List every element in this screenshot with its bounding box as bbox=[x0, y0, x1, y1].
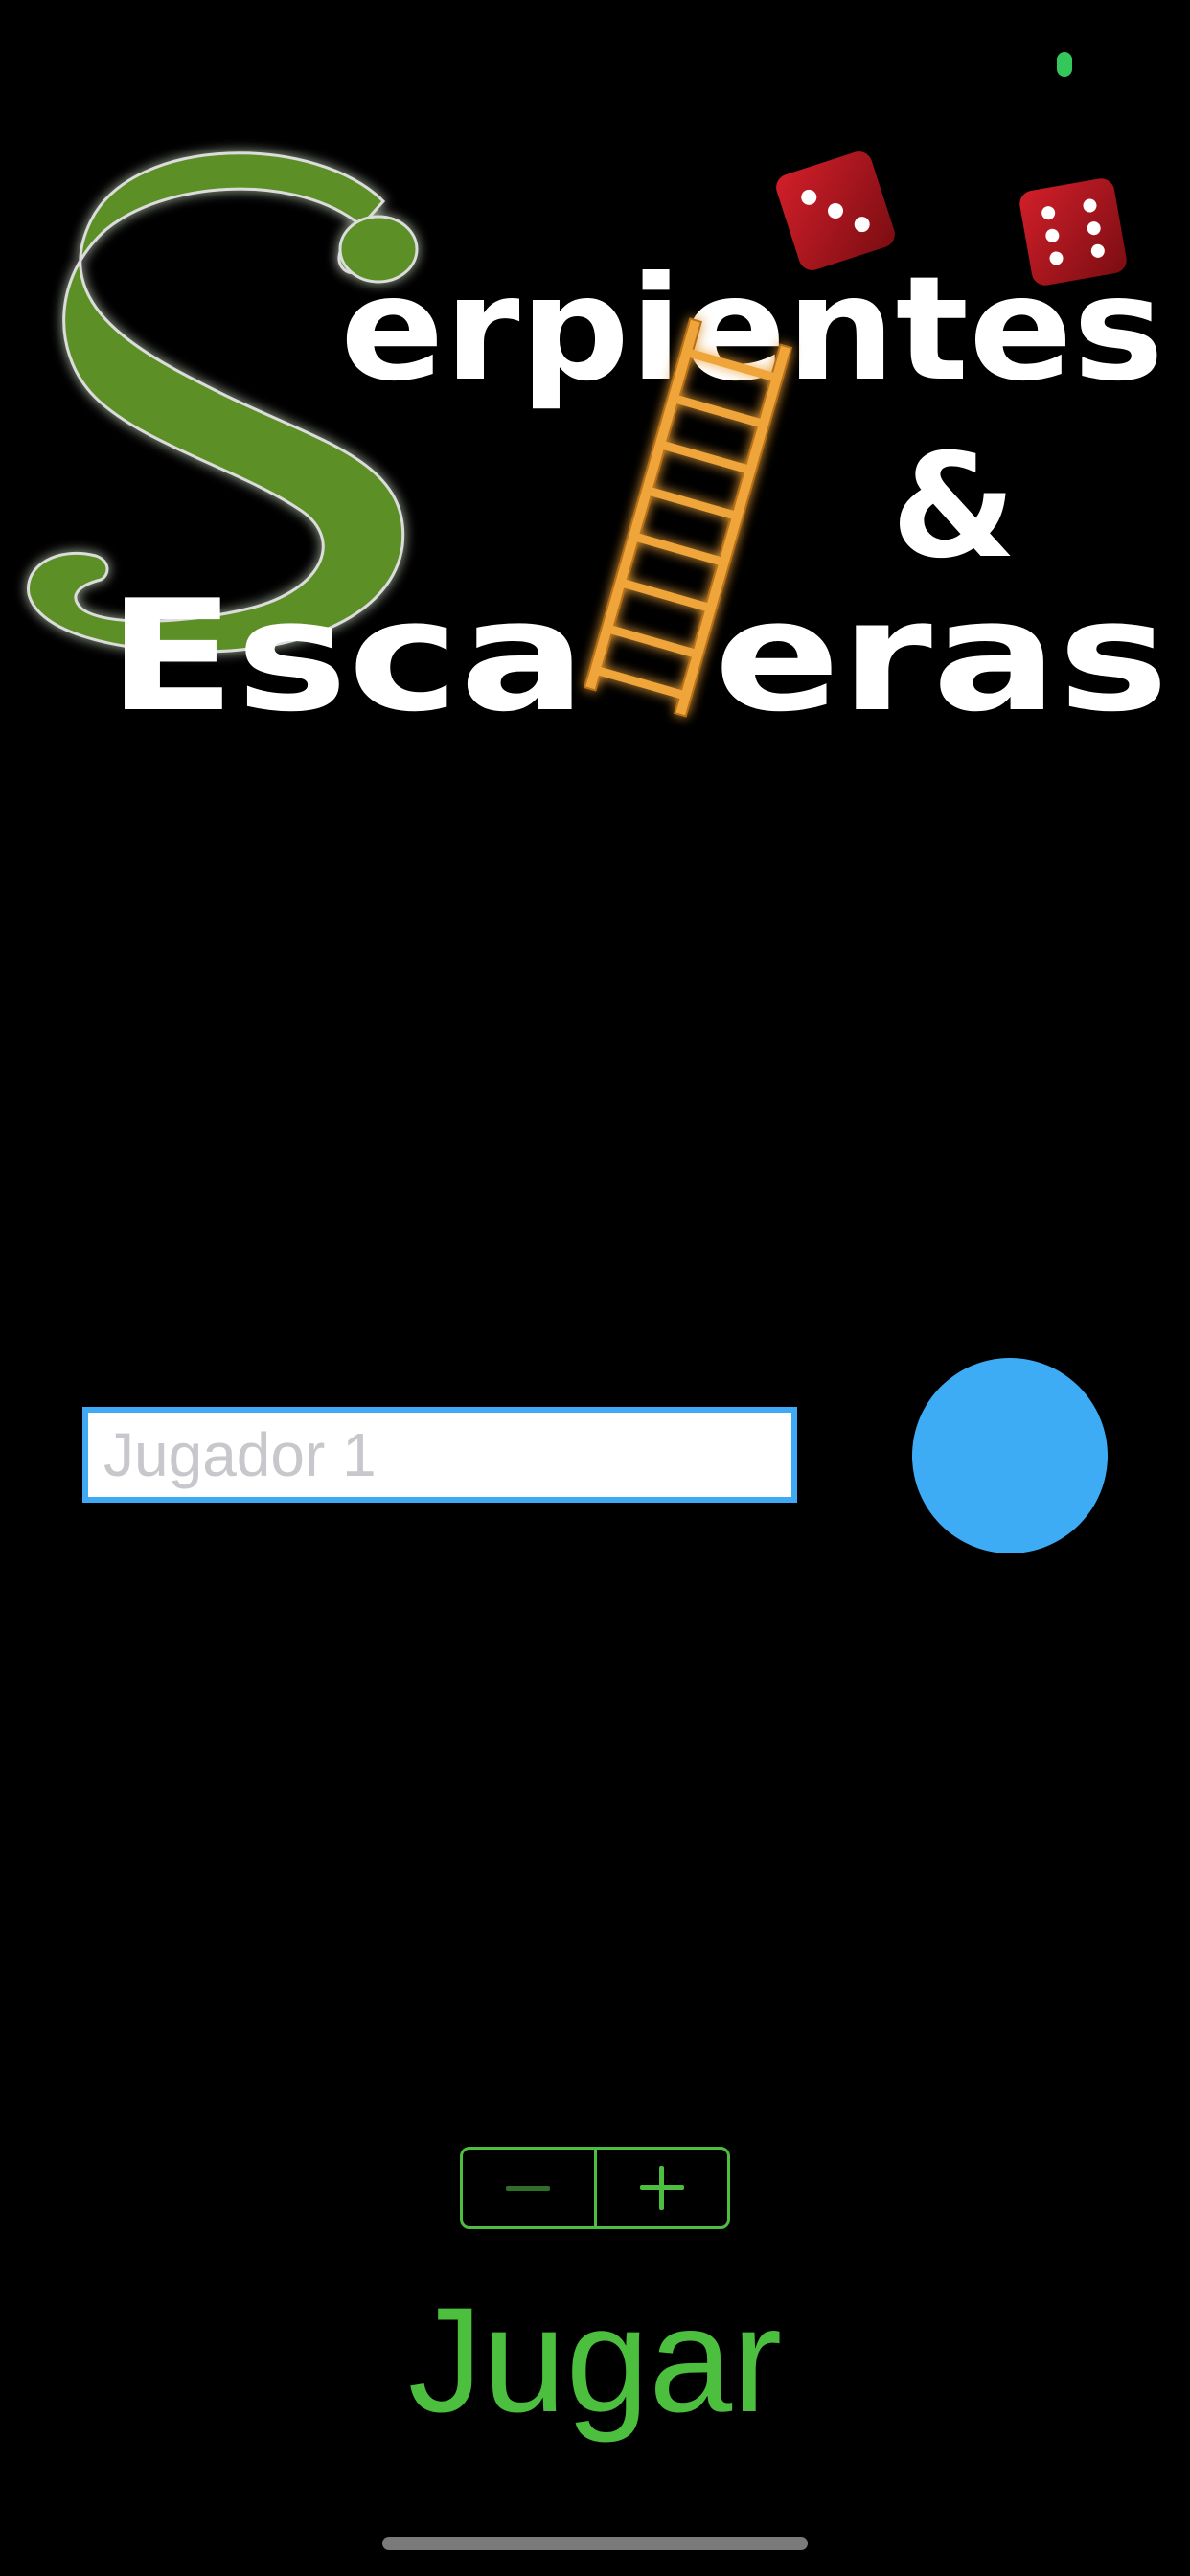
player-color-picker[interactable] bbox=[912, 1358, 1108, 1553]
logo-ampersand: & bbox=[891, 424, 1017, 590]
minus-icon bbox=[506, 2185, 551, 2191]
player-count-stepper bbox=[460, 2147, 730, 2229]
decrement-button[interactable] bbox=[463, 2150, 594, 2226]
status-indicator bbox=[1057, 52, 1072, 77]
player-name-input[interactable] bbox=[82, 1407, 797, 1503]
play-button[interactable]: Jugar bbox=[308, 2277, 882, 2444]
plus-icon bbox=[639, 2166, 684, 2210]
logo-line1: erpientes bbox=[340, 246, 1164, 413]
game-logo: erpientes & Esca eras bbox=[27, 151, 1169, 746]
logo-line2-end: eras bbox=[714, 566, 1169, 746]
logo-line2-start: Esca bbox=[107, 566, 586, 746]
increment-button[interactable] bbox=[597, 2150, 728, 2226]
home-indicator[interactable] bbox=[382, 2537, 808, 2550]
